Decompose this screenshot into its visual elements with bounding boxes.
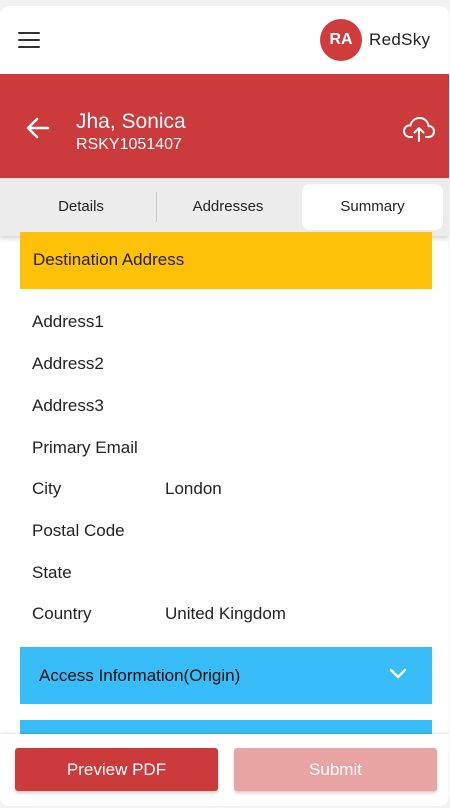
row-label: Address2 [32,354,104,373]
record-header: Jha, Sonica RSKY1051407 [0,74,449,184]
tab-addresses[interactable]: Addresses [158,184,298,230]
submit-button[interactable]: Submit [234,748,437,791]
destination-address-header: Destination Address [20,232,432,289]
top-bar: RA RedSky [0,6,449,74]
row-label: City [32,479,62,498]
cloud-upload-icon[interactable] [402,115,436,143]
avatar[interactable]: RA [320,19,362,61]
access-information-accordion[interactable]: Access Information(Origin) [20,647,432,704]
record-name: Jha, Sonica [76,110,186,133]
tab-summary[interactable]: Summary [302,184,443,230]
row-label: Postal Code [32,521,125,540]
row-label: State [32,563,72,582]
row-value: London [165,479,222,498]
row-label: Primary Email [32,438,138,457]
row-label: Address3 [32,396,104,415]
accordion-title: Access Information(Origin) [39,666,241,685]
section-title: Destination Address [33,250,185,269]
app-frame: RA RedSky Jha, Sonica RSKY1051407 Detail… [0,6,449,806]
preview-pdf-button[interactable]: Preview PDF [15,748,218,791]
row-label: Address1 [32,312,104,331]
back-arrow-icon[interactable] [24,114,52,142]
action-footer: Preview PDF Submit [0,734,449,806]
brand-name: RedSky [369,30,431,49]
tab-bar: Details Addresses Summary [0,178,449,236]
chevron-down-icon[interactable] [388,667,408,681]
tab-details[interactable]: Details [6,184,156,230]
hamburger-menu-icon[interactable] [18,32,40,48]
row-label: Country [32,604,92,623]
row-value: United Kingdom [165,604,286,623]
tab-divider [156,192,157,222]
record-code: RSKY1051407 [76,136,182,153]
